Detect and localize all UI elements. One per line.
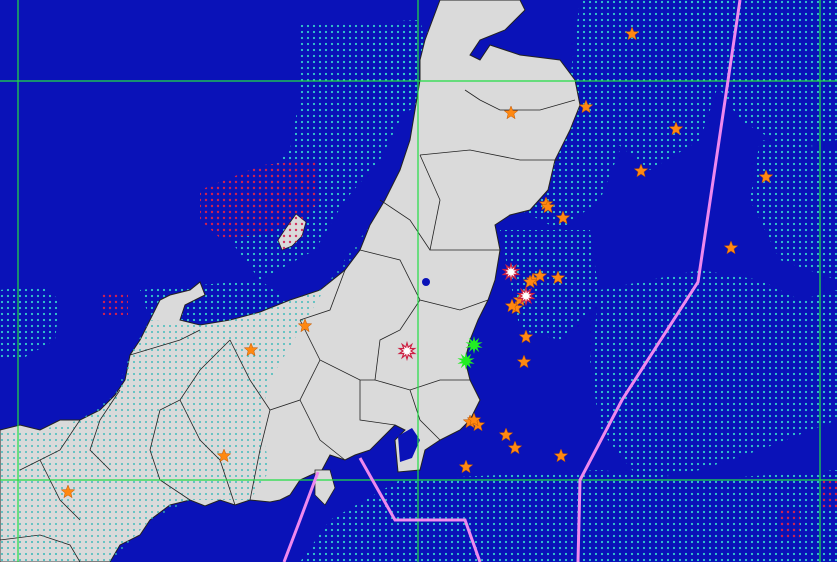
earthquake-map[interactable] <box>0 0 837 562</box>
lake-inawashiro <box>422 278 430 286</box>
map-canvas[interactable] <box>0 0 837 562</box>
